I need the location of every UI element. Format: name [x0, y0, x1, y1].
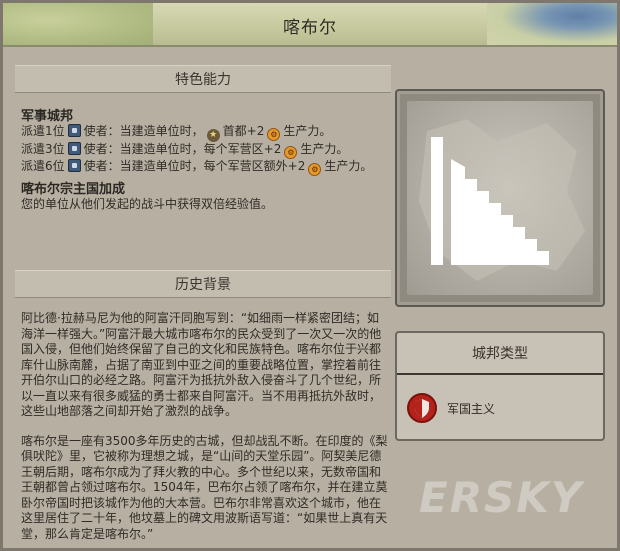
production-icon: ⚙: [267, 128, 281, 141]
suzerain-bonus-text: 您的单位从他们发起的战斗中获得双倍经验值。: [21, 197, 274, 211]
watermark: ERSKY: [419, 473, 584, 522]
history-text: 阿比德·拉赫马尼为他的阿富汗同胞写到：“如细雨一样紧密团结；如海洋一样强大。”阿…: [21, 311, 391, 551]
city-state-type-label: 军国主义: [447, 402, 496, 416]
history-paragraph-2: 喀布尔是一座有3500多年历史的古城，但却战乱不断。在印度的《梨俱吠陀》里，它被…: [21, 433, 388, 541]
capital-star-icon: ★: [206, 129, 220, 142]
envoy-row-6: 派遣6位 使者：当建造单位时，每个军营区额外+2 ⚙ 生产力。: [21, 159, 373, 176]
city-state-emblem-frame: [395, 89, 605, 307]
city-state-page: 喀布尔 特色能力 军事城邦 派遣1位 使者：当建造单位时， ★ 首都+2 ⚙ 生产力。 派…: [0, 0, 620, 551]
envoy-icon: [67, 159, 81, 172]
left-column: 特色能力 军事城邦 派遣1位 使者：当建造单位时， ★ 首都+2 ⚙ 生产力。 派遣3位使…: [15, 65, 391, 551]
abilities-section-title: 特色能力: [15, 65, 391, 93]
history-paragraph-1: 阿比德·拉赫马尼为他的阿富汗同胞写到：“如细雨一样紧密团结；如海洋一样强大。”阿…: [21, 311, 382, 418]
ability-block: 军事城邦 派遣1位 使者：当建造单位时， ★ 首都+2 ⚙ 生产力。 派遣3位 使者：当建造…: [21, 109, 391, 212]
city-state-emblem-icon: [419, 119, 585, 281]
production-icon: ⚙: [284, 146, 298, 159]
history-section-title: 历史背景: [15, 270, 391, 298]
suzerain-bonus-title: 喀布尔宗主国加成: [21, 182, 126, 197]
envoy-icon: [67, 124, 81, 137]
envoy-row-1: 派遣1位 使者：当建造单位时， ★ 首都+2 ⚙ 生产力。: [21, 124, 332, 142]
envoy-row-3: 派遣3位 使者：当建造单位时，每个军营区+2 ⚙ 生产力。: [21, 142, 349, 159]
production-icon: ⚙: [308, 163, 322, 176]
city-state-map: [407, 101, 593, 295]
city-state-type-panel: 城邦类型 军国主义: [395, 331, 605, 441]
page-title: 喀布尔: [283, 18, 337, 38]
militaristic-shield-icon: [407, 393, 437, 423]
header-banner: 喀布尔: [3, 3, 617, 47]
military-city-state-title: 军事城邦: [21, 109, 74, 124]
city-state-type-title: 城邦类型: [397, 333, 603, 375]
envoy-icon: [67, 142, 81, 155]
